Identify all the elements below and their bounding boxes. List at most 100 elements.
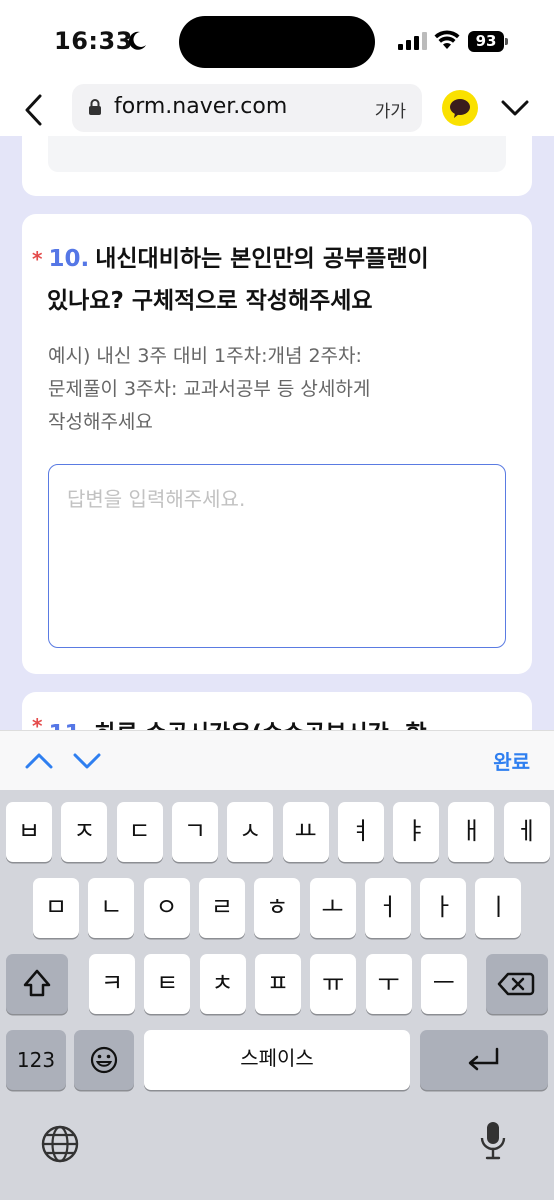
- previous-answer-box[interactable]: [48, 136, 506, 172]
- text-size-button[interactable]: 가가: [375, 97, 406, 122]
- key-label: ㅠ: [322, 969, 345, 997]
- key-label: ㅈ: [73, 817, 96, 845]
- next-question-title: * 11. 하루 순공시간은(순수공부시간, 학: [32, 714, 427, 730]
- key-row3-4[interactable]: ㅠ: [310, 954, 357, 1014]
- key-label: ㄴ: [100, 893, 123, 921]
- key-row2-1[interactable]: ㄴ: [88, 878, 135, 938]
- wifi-icon: [434, 30, 460, 49]
- question-number: 10.: [48, 246, 90, 272]
- key-label: ㅐ: [460, 817, 483, 845]
- shift-key[interactable]: [6, 954, 68, 1014]
- key-row2-4[interactable]: ㅎ: [254, 878, 301, 938]
- battery-level: 93: [468, 31, 504, 52]
- url-text: form.naver.com: [114, 94, 288, 119]
- key-label: ㅍ: [266, 969, 289, 997]
- key-label: ㅡ: [432, 969, 455, 997]
- required-asterisk: *: [32, 714, 43, 730]
- answer-textarea[interactable]: [49, 465, 505, 647]
- emoji-icon: [90, 1046, 118, 1074]
- key-label: ㅌ: [156, 969, 179, 997]
- key-row2-6[interactable]: ㅓ: [364, 878, 411, 938]
- space-key-label: 스페이스: [240, 1046, 314, 1070]
- key-row1-5[interactable]: ㅛ: [282, 802, 329, 862]
- key-row1-0[interactable]: ㅂ: [6, 802, 52, 862]
- key-label: ㅓ: [376, 893, 399, 921]
- key-row3-1[interactable]: ㅌ: [144, 954, 191, 1014]
- key-label: ㅅ: [239, 817, 262, 845]
- next-question-card: * 11. 하루 순공시간은(순수공부시간, 학: [22, 692, 532, 730]
- backspace-icon: [497, 972, 535, 996]
- key-label: ㅗ: [321, 893, 344, 921]
- key-row1-8[interactable]: ㅐ: [448, 802, 495, 862]
- key-row1-6[interactable]: ㅕ: [337, 802, 384, 862]
- key-label: ㅔ: [515, 817, 538, 845]
- key-row2-8[interactable]: ㅣ: [475, 878, 522, 938]
- return-icon: [468, 1047, 499, 1071]
- status-bar: 16:33 93: [0, 0, 554, 84]
- kakaotalk-icon[interactable]: [442, 90, 478, 126]
- question-description: 예시) 내신 3주 대비 1주차:개념 2주차: 문제풀이 3주차: 교과서공부…: [48, 345, 371, 433]
- battery-indicator: 93: [468, 31, 508, 52]
- delete-key[interactable]: [486, 954, 548, 1014]
- shift-icon: [23, 969, 51, 997]
- key-label: ㅂ: [17, 817, 41, 845]
- key-label: ㅑ: [405, 817, 428, 845]
- cellular-signal-icon: [398, 32, 427, 50]
- key-row2-3[interactable]: ㄹ: [198, 878, 245, 938]
- key-label: ㅋ: [100, 969, 124, 997]
- key-row2-0[interactable]: ㅁ: [33, 878, 79, 938]
- key-row2-5[interactable]: ㅗ: [309, 878, 356, 938]
- browser-toolbar: form.naver.com 가가: [0, 84, 554, 136]
- key-row3-0[interactable]: ㅋ: [89, 954, 135, 1014]
- moon-icon: [129, 31, 146, 50]
- key-label: ㅣ: [487, 893, 510, 921]
- question-title: * 10. 내신대비하는 본인만의 공부플랜이 있나요? 구체적으로 작성해주세요: [32, 238, 502, 322]
- question-number: 11.: [48, 721, 89, 730]
- numbers-key[interactable]: 123: [6, 1030, 66, 1090]
- key-row1-7[interactable]: ㅑ: [393, 802, 440, 862]
- dynamic-island: [179, 16, 375, 68]
- back-chevron-icon[interactable]: [16, 88, 52, 132]
- next-field-chevron-icon[interactable]: [72, 749, 102, 773]
- key-row1-3[interactable]: ㄱ: [171, 802, 218, 862]
- key-row3-5[interactable]: ㅜ: [365, 954, 412, 1014]
- key-row3-6[interactable]: ㅡ: [420, 954, 467, 1014]
- status-time: 16:33: [54, 27, 133, 55]
- key-row2-7[interactable]: ㅏ: [420, 878, 467, 938]
- key-row1-1[interactable]: ㅈ: [61, 802, 108, 862]
- key-label: ㄹ: [210, 893, 233, 921]
- key-label: ㅎ: [266, 893, 289, 921]
- key-label: ㅁ: [44, 893, 68, 921]
- korean-keyboard: ㅂ ㅈ ㄷ ㄱ ㅅ ㅛ ㅕ ㅑ ㅐ ㅔ ㅁ ㄴ ㅇ ㄹ ㅎ ㅗ ㅓ ㅏ ㅣ ㅋ ㅌ ㅊ ㅍ ㅠ ㅜ ㅡ 123 스페이스: [0, 790, 554, 1200]
- previous-field-chevron-icon[interactable]: [24, 749, 54, 773]
- key-row3-2[interactable]: ㅊ: [199, 954, 246, 1014]
- key-label: ㅊ: [211, 969, 234, 997]
- key-row1-2[interactable]: ㄷ: [116, 802, 163, 862]
- chevron-down-icon[interactable]: [498, 94, 532, 122]
- key-label: ㅇ: [155, 893, 178, 921]
- globe-icon[interactable]: [40, 1124, 80, 1164]
- key-row1-4[interactable]: ㅅ: [227, 802, 274, 862]
- keyboard-accessory-bar: 완료: [0, 730, 554, 790]
- key-label: ㅕ: [349, 817, 372, 845]
- done-button[interactable]: 완료: [493, 746, 530, 775]
- key-label: ㄱ: [183, 817, 206, 845]
- next-question-text: 하루 순공시간은(순수공부시간, 학: [95, 721, 427, 730]
- key-label: ㄷ: [128, 817, 151, 845]
- question-title-line2: 있나요? 구체적으로 작성해주세요: [47, 288, 373, 314]
- key-row2-2[interactable]: ㅇ: [143, 878, 190, 938]
- emoji-key[interactable]: [74, 1030, 134, 1090]
- question-title-line1: 내신대비하는 본인만의 공부플랜이: [95, 246, 429, 272]
- key-row3-3[interactable]: ㅍ: [254, 954, 301, 1014]
- microphone-icon[interactable]: [478, 1120, 508, 1164]
- answer-field-container[interactable]: [48, 464, 506, 648]
- previous-question-card: [22, 136, 532, 196]
- key-label: ㅜ: [377, 969, 400, 997]
- key-label: ㅛ: [294, 817, 317, 845]
- question-card: * 10. 내신대비하는 본인만의 공부플랜이 있나요? 구체적으로 작성해주세요 …: [22, 214, 532, 674]
- address-bar[interactable]: form.naver.com 가가: [72, 84, 422, 132]
- return-key[interactable]: [420, 1030, 548, 1090]
- space-key[interactable]: 스페이스: [144, 1030, 410, 1090]
- key-row1-9[interactable]: ㅔ: [503, 802, 550, 862]
- numbers-key-label: 123: [16, 1048, 56, 1072]
